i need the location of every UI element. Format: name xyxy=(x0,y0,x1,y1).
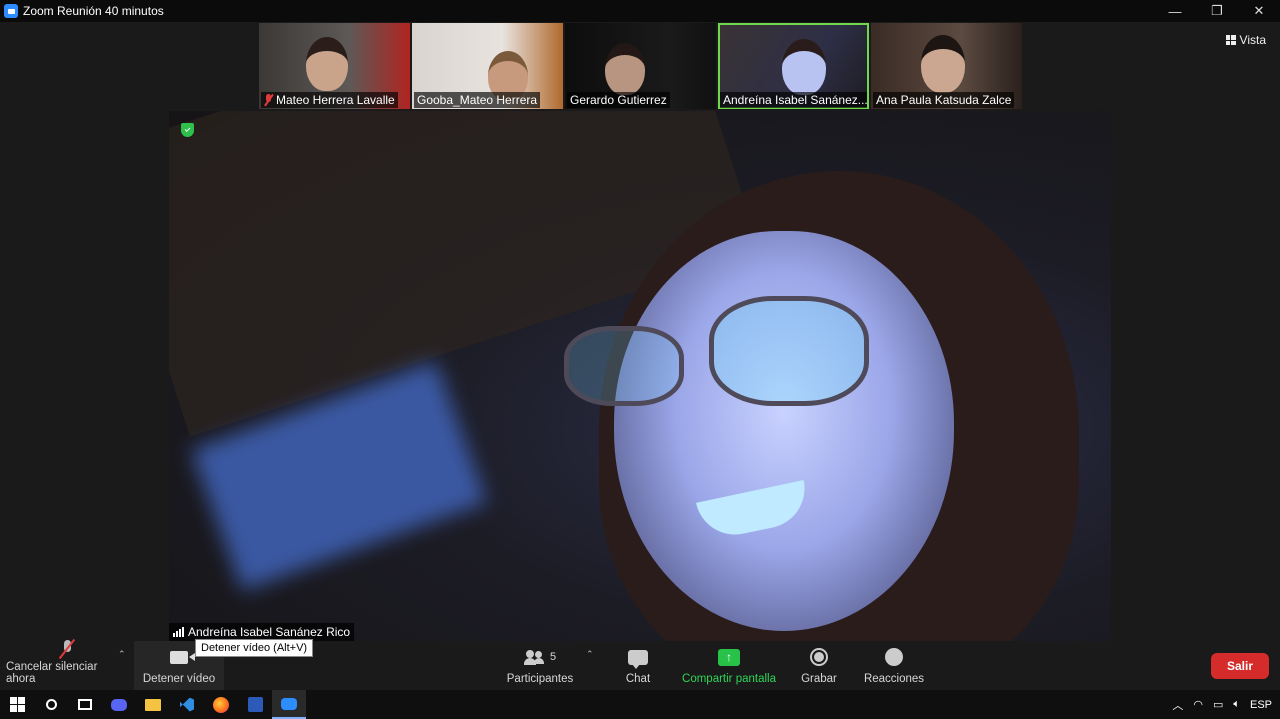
share-screen-button[interactable]: ↑ Compartir pantalla xyxy=(679,641,779,690)
participant-strip: Mateo Herrera Lavalle Gooba_Mateo Herrer… xyxy=(259,23,1022,109)
share-screen-label: Compartir pantalla xyxy=(682,673,776,685)
record-label: Grabar xyxy=(801,673,837,685)
view-label: Vista xyxy=(1239,33,1266,47)
volume-icon[interactable]: 🔈︎ xyxy=(1233,698,1240,711)
windows-taskbar: ︿ ◠ ▭ 🔈︎ ESP xyxy=(0,690,1280,719)
view-button[interactable]: Vista xyxy=(1225,33,1266,47)
chat-icon xyxy=(628,649,648,669)
title-bar: Zoom Reunión 40 minutos — ❐ ✕ xyxy=(0,0,1280,22)
chevron-up-icon[interactable]: ︿ xyxy=(1172,697,1183,713)
participant-tile[interactable]: Gooba_Mateo Herrera xyxy=(412,23,563,109)
leave-button[interactable]: Salir xyxy=(1211,653,1269,679)
participants-label: Participantes xyxy=(506,673,574,685)
stop-video-label: Detener vídeo xyxy=(142,673,216,685)
share-screen-icon: ↑ xyxy=(718,648,740,666)
language-indicator[interactable]: ESP xyxy=(1250,699,1272,711)
participants-button[interactable]: 5 Participantes xyxy=(503,641,577,690)
task-view-icon[interactable] xyxy=(68,690,102,719)
reactions-label: Reacciones xyxy=(863,673,925,685)
window-title: Zoom Reunión 40 minutos xyxy=(23,4,164,18)
participant-tile-active[interactable]: Andreína Isabel Sanánez... xyxy=(718,23,869,109)
vscode-icon[interactable] xyxy=(170,690,204,719)
meeting-toolbar: Cancelar silenciar ahora ⌃ Detener vídeo… xyxy=(0,640,1280,690)
firefox-icon[interactable] xyxy=(204,690,238,719)
minimize-button[interactable]: — xyxy=(1154,0,1196,22)
wifi-icon[interactable]: ◠ xyxy=(1193,698,1203,711)
participant-name: Ana Paula Katsuda Zalce xyxy=(876,93,1012,107)
chat-button[interactable]: Chat xyxy=(613,641,663,690)
battery-icon[interactable]: ▭ xyxy=(1213,698,1223,711)
grid-view-icon xyxy=(1225,35,1236,45)
record-icon xyxy=(810,648,828,666)
participant-tile[interactable]: Gerardo Gutierrez xyxy=(565,23,716,109)
participant-tile[interactable]: Mateo Herrera Lavalle xyxy=(259,23,410,109)
camera-icon xyxy=(170,650,195,664)
restore-button[interactable]: ❐ xyxy=(1196,0,1238,22)
speaker-name: Andreína Isabel Sanánez Rico xyxy=(188,625,351,639)
signal-strength-icon xyxy=(173,627,184,637)
file-explorer-icon[interactable] xyxy=(136,690,170,719)
unmute-button[interactable]: Cancelar silenciar ahora xyxy=(6,640,128,690)
stop-video-tooltip: Detener vídeo (Alt+V) xyxy=(195,639,314,657)
word-icon[interactable] xyxy=(238,690,272,719)
participant-name: Gerardo Gutierrez xyxy=(570,93,667,107)
zoom-taskbar-icon[interactable] xyxy=(272,690,306,719)
unmute-label: Cancelar silenciar ahora xyxy=(6,661,98,685)
microphone-muted-icon xyxy=(61,640,73,658)
participants-count: 5 xyxy=(549,651,557,663)
discord-icon[interactable] xyxy=(102,690,136,719)
main-video[interactable] xyxy=(169,111,1111,641)
participant-name: Andreína Isabel Sanánez... xyxy=(723,93,867,107)
reactions-button[interactable]: Reacciones xyxy=(862,641,926,690)
audio-options-caret-icon[interactable]: ⌃ xyxy=(118,649,126,660)
search-icon[interactable] xyxy=(34,690,68,719)
participant-name: Mateo Herrera Lavalle xyxy=(276,93,395,107)
close-button[interactable]: ✕ xyxy=(1238,0,1280,22)
zoom-logo-icon xyxy=(4,4,18,18)
emoji-reaction-icon xyxy=(885,648,903,666)
system-tray: ︿ ◠ ▭ 🔈︎ ESP xyxy=(1172,690,1272,719)
participant-name: Gooba_Mateo Herrera xyxy=(417,93,538,107)
mic-muted-icon xyxy=(264,94,273,106)
record-button[interactable]: Grabar xyxy=(795,641,843,690)
participant-tile[interactable]: Ana Paula Katsuda Zalce xyxy=(871,23,1022,109)
chat-label: Chat xyxy=(625,673,651,685)
encryption-shield-icon[interactable] xyxy=(181,123,194,137)
participants-options-caret-icon[interactable]: ⌃ xyxy=(586,649,594,660)
participants-icon xyxy=(523,649,546,665)
start-button[interactable] xyxy=(0,690,34,719)
